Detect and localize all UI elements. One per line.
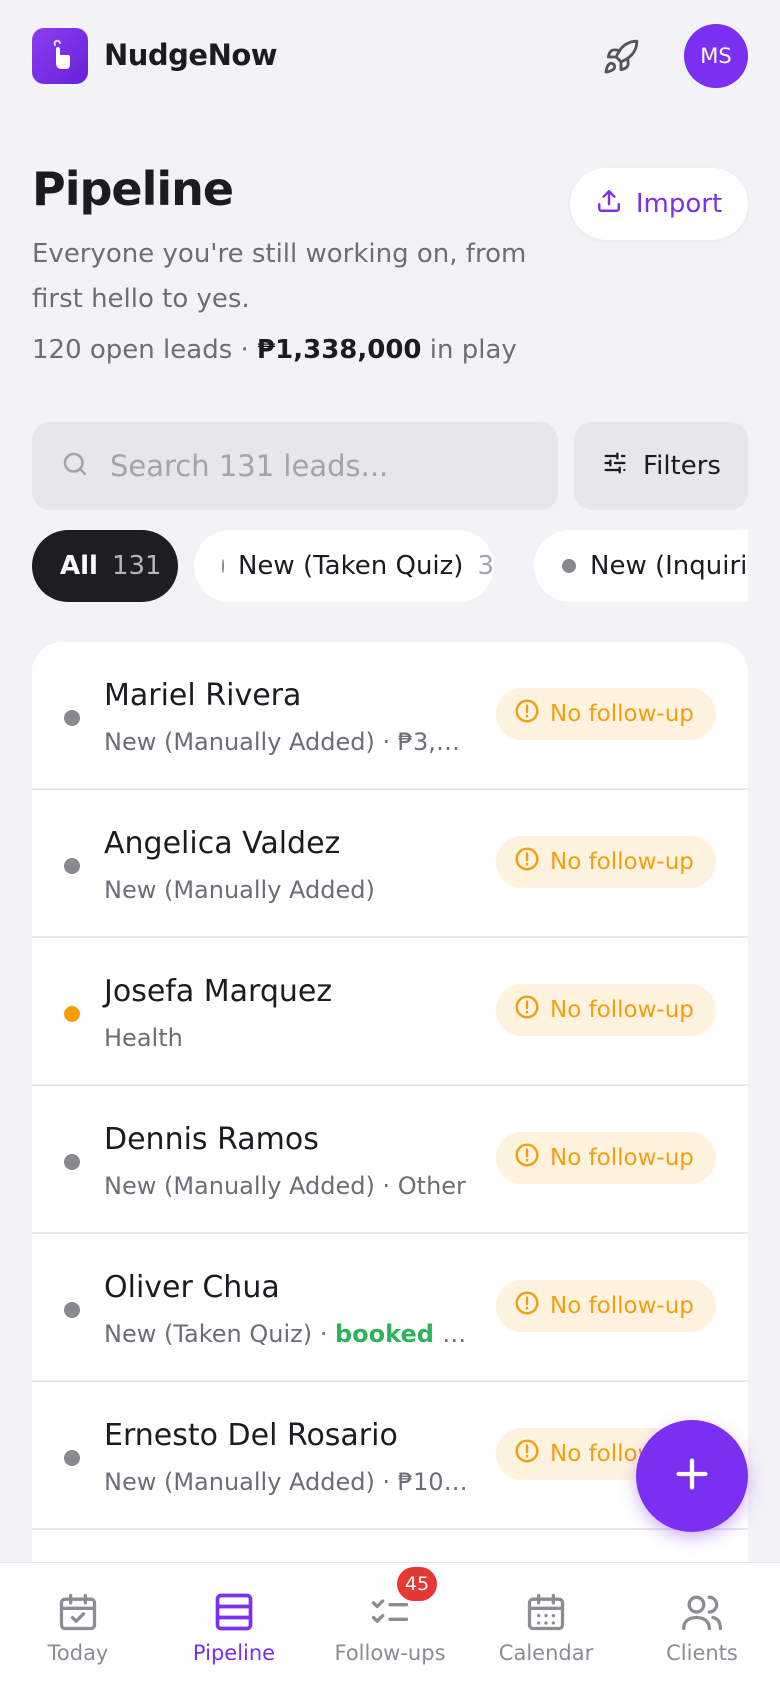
calendar-icon xyxy=(523,1589,569,1635)
lead-name: Oliver Chua xyxy=(104,1270,280,1305)
tab-clients[interactable]: Clients xyxy=(624,1589,780,1665)
lead-row[interactable]: Mariel Rivera New (Manually Added) · ₱3,… xyxy=(32,642,748,790)
meta-prefix: New (Taken Quiz) · xyxy=(104,1320,335,1348)
chip-new-inquiries[interactable]: New (Inquiries) xyxy=(534,530,748,602)
tab-label: Pipeline xyxy=(192,1641,276,1665)
avatar[interactable]: MS xyxy=(684,24,748,88)
lead-meta: New (Manually Added) · ₱10,0… xyxy=(104,1468,474,1496)
status-badge[interactable]: No follow-up xyxy=(496,984,716,1036)
add-lead-button[interactable] xyxy=(636,1420,748,1532)
chip-count: 3 xyxy=(477,551,494,581)
tab-label: Clients xyxy=(666,1641,738,1665)
tab-pipeline[interactable]: Pipeline xyxy=(156,1589,312,1665)
import-label: Import xyxy=(635,189,723,219)
plus-icon xyxy=(672,1454,712,1498)
status-dot xyxy=(64,858,80,874)
badge-label: No follow-up xyxy=(550,701,694,727)
checklist-icon: 45 xyxy=(367,1567,437,1635)
lead-name: Mariel Rivera xyxy=(104,678,302,713)
status-dot xyxy=(64,1154,80,1170)
lead-meta: New (Manually Added) xyxy=(104,876,375,904)
alert-circle-icon xyxy=(514,1290,540,1322)
summary-suffix: in play xyxy=(421,335,517,365)
upload-icon xyxy=(596,188,622,221)
pipeline-summary: 120 open leads · ₱1,338,000 in play xyxy=(32,335,517,365)
status-badge[interactable]: No follow-up xyxy=(496,1280,716,1332)
tab-label: Follow-ups xyxy=(334,1641,446,1665)
top-bar: NudgeNow MS xyxy=(0,0,780,115)
chip-label: New (Inquiries) xyxy=(590,551,748,581)
lead-meta: Health xyxy=(104,1024,183,1052)
pipeline-icon xyxy=(211,1589,257,1635)
lead-row[interactable]: Angelica Valdez New (Manually Added) No … xyxy=(32,790,748,938)
chip-all[interactable]: All 131 xyxy=(32,530,178,602)
lead-name: Dennis Ramos xyxy=(104,1122,319,1157)
stage-dot xyxy=(222,559,224,573)
alert-circle-icon xyxy=(514,994,540,1026)
lead-row[interactable]: Josefa Marquez Health No follow-up xyxy=(32,938,748,1086)
lead-row[interactable]: Dennis Ramos New (Manually Added) · Othe… xyxy=(32,1086,748,1234)
tab-today[interactable]: Today xyxy=(0,1589,156,1665)
status-badge[interactable]: No follow-up xyxy=(496,688,716,740)
lead-row[interactable]: Oliver Chua New (Taken Quiz) · booked ✓ … xyxy=(32,1234,748,1382)
rocket-icon[interactable] xyxy=(598,34,644,80)
filters-label: Filters xyxy=(643,451,721,481)
summary-amount: ₱1,338,000 xyxy=(257,335,422,365)
users-icon xyxy=(679,1589,725,1635)
lead-meta: New (Manually Added) · Other xyxy=(104,1172,466,1200)
badge-label: No follow-up xyxy=(550,997,694,1023)
follow-ups-count-badge: 45 xyxy=(397,1567,437,1601)
stage-chips: All 131 New (Taken Quiz) 3 New (Inquirie… xyxy=(32,530,748,602)
status-dot xyxy=(64,1006,80,1022)
alert-circle-icon xyxy=(514,1438,540,1470)
search-placeholder: Search 131 leads... xyxy=(110,449,389,483)
page-subtitle: Everyone you're still working on, from f… xyxy=(32,239,527,314)
alert-circle-icon xyxy=(514,1142,540,1174)
chip-label: All xyxy=(60,551,98,581)
lead-name: Ernesto Del Rosario xyxy=(104,1418,398,1453)
badge-label: No follow-up xyxy=(550,1145,694,1171)
filters-button[interactable]: Filters xyxy=(574,422,748,510)
app-name: NudgeNow xyxy=(104,38,278,72)
lead-meta: New (Taken Quiz) · booked ✓ ·… xyxy=(104,1320,474,1348)
alert-circle-icon xyxy=(514,846,540,878)
app-logo-icon[interactable] xyxy=(32,28,88,84)
stage-dot xyxy=(562,559,576,573)
status-dot xyxy=(64,1450,80,1466)
chip-label: New (Taken Quiz) xyxy=(237,551,464,581)
tab-follow-ups[interactable]: 45 Follow-ups xyxy=(312,1567,468,1665)
lead-name: Angelica Valdez xyxy=(104,826,341,861)
summary-prefix: 120 open leads · xyxy=(32,335,258,365)
tab-label: Calendar xyxy=(498,1641,594,1665)
chip-new-taken-quiz[interactable]: New (Taken Quiz) 3 xyxy=(194,530,494,602)
status-badge[interactable]: No follow-up xyxy=(496,1132,716,1184)
calendar-check-icon xyxy=(55,1589,101,1635)
page-title: Pipeline xyxy=(32,162,234,216)
badge-label: No follow-up xyxy=(550,849,694,875)
chip-count: 131 xyxy=(111,551,162,581)
sliders-icon xyxy=(601,449,629,484)
badge-label: No follow-up xyxy=(550,1293,694,1319)
lead-meta: New (Manually Added) · ₱3,50… xyxy=(104,728,474,756)
bottom-tab-bar: Today Pipeline 45 Follow-ups Calendar Cl… xyxy=(0,1562,780,1688)
alert-circle-icon xyxy=(514,698,540,730)
status-dot xyxy=(64,710,80,726)
status-dot xyxy=(64,1302,80,1318)
tab-calendar[interactable]: Calendar xyxy=(468,1589,624,1665)
leads-list: Mariel Rivera New (Manually Added) · ₱3,… xyxy=(32,642,748,1562)
tab-label: Today xyxy=(47,1641,109,1665)
status-badge[interactable]: No follow-up xyxy=(496,836,716,888)
import-button[interactable]: Import xyxy=(570,168,748,240)
search-input[interactable]: Search 131 leads... xyxy=(32,422,558,510)
lead-name: Josefa Marquez xyxy=(104,974,333,1009)
booked-label: booked ✓ xyxy=(335,1320,463,1348)
search-icon xyxy=(60,449,90,483)
